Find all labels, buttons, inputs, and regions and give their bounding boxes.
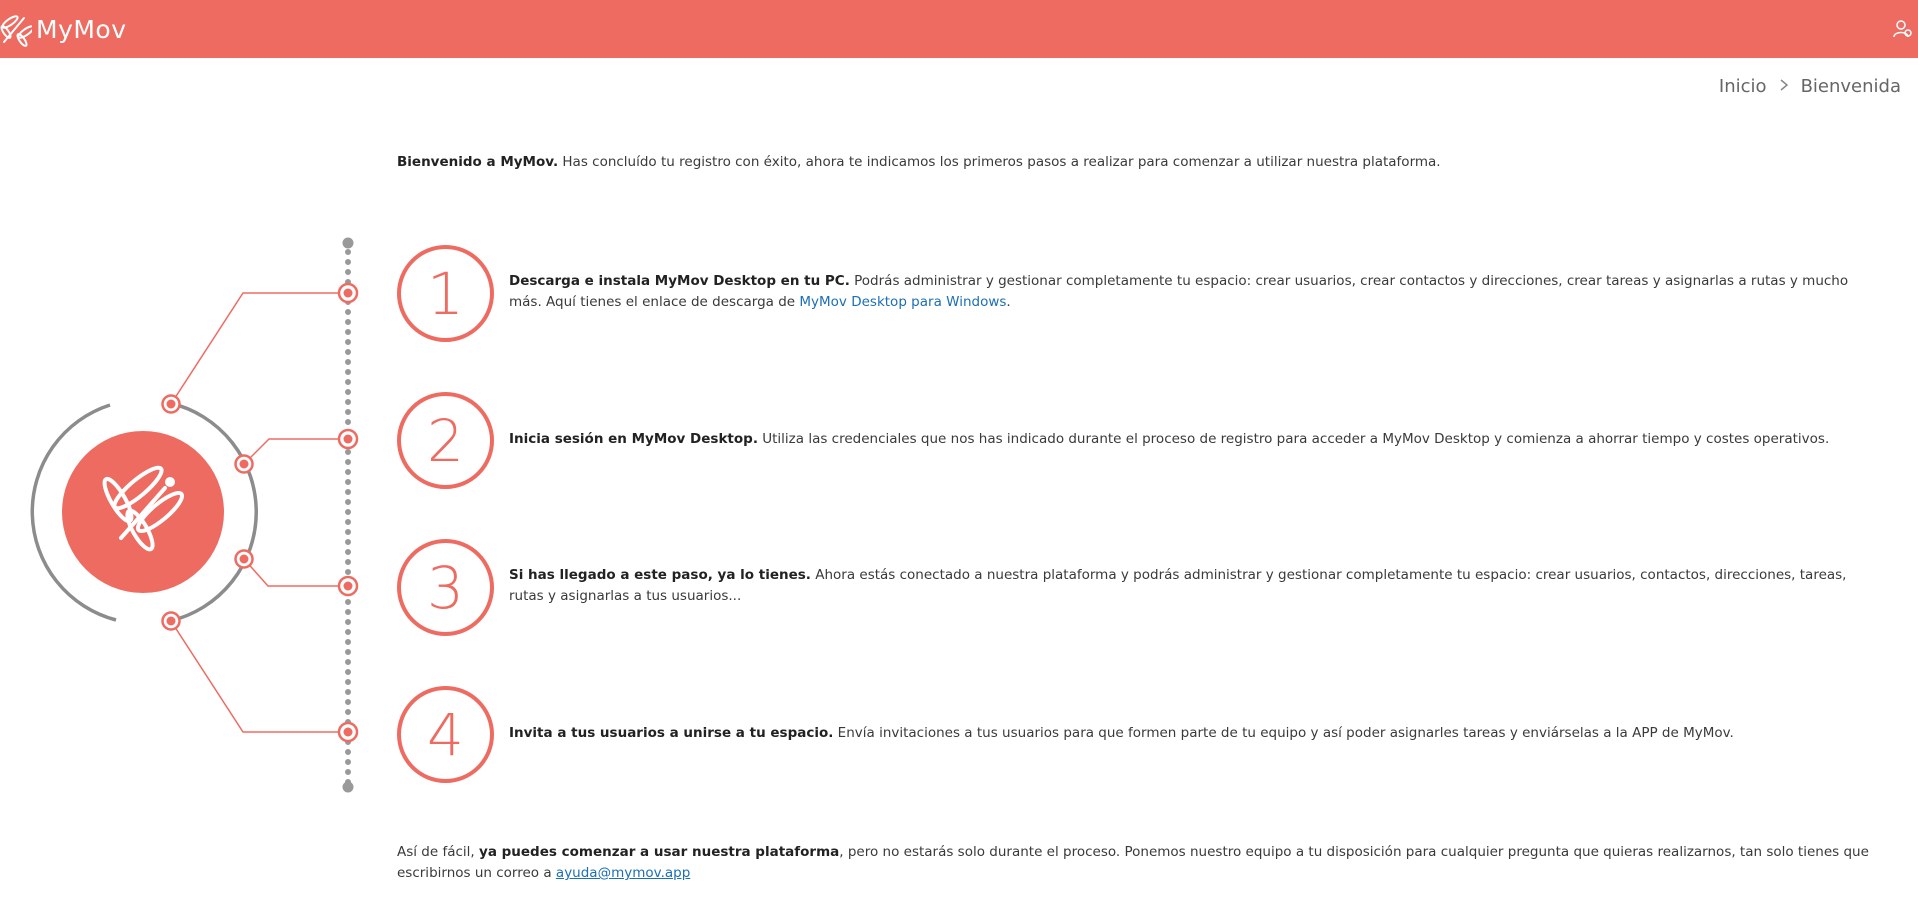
node-on-ring-3 — [234, 549, 254, 569]
node-on-ring-4 — [161, 611, 181, 631]
node-on-timeline-1 — [337, 282, 359, 304]
steps-diagram — [30, 237, 359, 793]
user-icon — [1892, 20, 1914, 44]
step-1-title: Descarga e instala MyMov Desktop en tu P… — [509, 273, 850, 289]
download-desktop-link[interactable]: MyMov Desktop para Windows — [799, 294, 1006, 310]
timeline-dotted-line — [342, 237, 354, 793]
node-on-ring-1 — [161, 394, 181, 414]
node-on-ring-2 — [234, 454, 254, 474]
closing-paragraph: Así de fácil, ya puedes comenzar a usar … — [397, 842, 1897, 884]
app-name: MyMov — [36, 14, 127, 44]
node-on-timeline-3 — [337, 575, 359, 597]
dragonfly-icon — [0, 10, 32, 48]
node-on-timeline-4 — [337, 721, 359, 743]
outro-pre: Así de fácil, — [397, 844, 480, 860]
intro-bold: Bienvenido a MyMov. — [397, 154, 559, 170]
breadcrumb: Inicio Bienvenida — [1719, 76, 1901, 97]
step-4-title: Invita a tus usuarios a unirse a tu espa… — [509, 725, 834, 741]
step-4-text: Envía invitaciones a tus usuarios para q… — [833, 725, 1734, 741]
step-2-text: Utiliza las credenciales que nos has ind… — [757, 431, 1830, 447]
dragonfly-icon — [62, 431, 224, 593]
step-2-description: Inicia sesión en MyMov Desktop. Utiliza … — [509, 429, 1884, 450]
step-3-description: Si has llegado a este paso, ya lo tienes… — [509, 565, 1884, 607]
app-logo[interactable]: MyMov — [0, 10, 127, 48]
step-2-title: Inicia sesión en MyMov Desktop. — [509, 431, 758, 447]
step-number-3: 3 — [397, 539, 494, 636]
step-number-2: 2 — [397, 392, 494, 489]
step-number-1: 1 — [397, 245, 494, 342]
step-number-4: 4 — [397, 686, 494, 783]
step-4-description: Invita a tus usuarios a unirse a tu espa… — [509, 723, 1884, 744]
support-email-link[interactable]: ayuda@mymov.app — [556, 865, 690, 881]
step-1-after: . — [1006, 294, 1011, 310]
node-on-timeline-2 — [337, 428, 359, 450]
breadcrumb-current: Bienvenida — [1800, 76, 1901, 97]
breadcrumb-home-link[interactable]: Inicio — [1719, 76, 1767, 97]
step-3-title: Si has llegado a este paso, ya lo tienes… — [509, 567, 811, 583]
intro-text: Has concluído tu registro con éxito, aho… — [558, 154, 1441, 170]
user-menu-button[interactable] — [1892, 18, 1914, 40]
step-1-description: Descarga e instala MyMov Desktop en tu P… — [509, 271, 1884, 313]
welcome-intro: Bienvenido a MyMov. Has concluído tu reg… — [397, 152, 1897, 173]
top-bar: MyMov — [0, 0, 1918, 58]
outro-bold: ya puedes comenzar a usar nuestra plataf… — [479, 844, 840, 860]
chevron-right-icon — [1779, 76, 1789, 97]
